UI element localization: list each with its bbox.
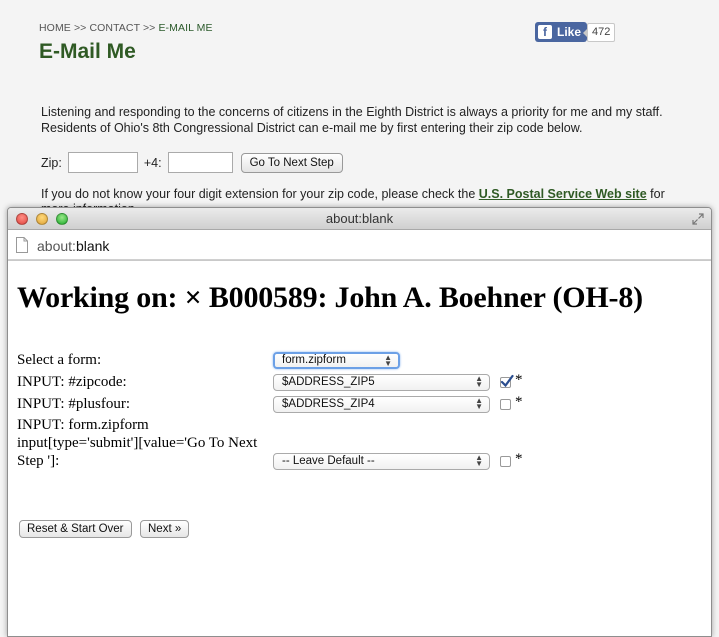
breadcrumb-contact-link[interactable]: CONTACT [89,22,139,34]
plusfour-input-label: INPUT: #plusfour: [17,396,130,412]
breadcrumb: HOME >> CONTACT >> E-MAIL ME [39,22,213,34]
select-arrows-icon: ▲ ▼ [384,353,392,368]
zipcode-input-label: INPUT: #zipcode: [17,374,127,390]
plus4-input[interactable] [167,152,233,173]
facebook-icon: f [538,25,552,39]
submit-required-checkbox[interactable] [500,456,511,467]
select-arrows-icon: ▲ ▼ [475,374,483,389]
zip-input[interactable] [67,152,138,173]
zipcode-mapping-value: $ADDRESS_ZIP5 [282,376,375,388]
plusfour-mapping-select[interactable]: $ADDRESS_ZIP4 ▲ ▼ [273,396,490,413]
window-titlebar[interactable]: about:blank [8,208,711,230]
facebook-like-label: Like [557,25,582,39]
required-star: * [515,451,523,467]
form-select-value: form.zipform [282,354,346,366]
select-arrows-icon: ▲ ▼ [475,453,483,468]
url-text[interactable]: about:blank [37,238,109,254]
usps-link[interactable]: U.S. Postal Service Web site [479,187,647,201]
next-button[interactable]: Next » [140,520,190,538]
breadcrumb-current: E-MAIL ME [158,22,213,34]
breadcrumb-separator: >> [142,22,156,34]
plusfour-required-checkbox[interactable] [500,399,511,410]
zipcode-required-checkbox[interactable] [500,374,514,388]
url-host: blank [75,238,110,254]
window-title: about:blank [325,211,394,226]
zipcode-mapping-select[interactable]: $ADDRESS_ZIP5 ▲ ▼ [273,374,490,391]
zip-label: Zip: [41,155,62,170]
extension-note-prefix: If you do not know your four digit exten… [41,187,479,201]
required-star: * [515,394,523,410]
select-form-label: Select a form: [17,352,102,368]
extension-note: If you do not know your four digit exten… [41,187,719,201]
address-bar[interactable]: about:blank [8,230,711,260]
form-select[interactable]: form.zipform ▲ ▼ [273,352,400,369]
window-content: Working on: × B000589: John A. Boehner (… [8,260,711,636]
breadcrumb-separator: >> [73,22,87,34]
select-arrows-icon: ▲ ▼ [475,396,483,411]
intro-text: Listening and responding to the concerns… [41,105,663,135]
breadcrumb-home-link[interactable]: HOME [39,22,71,34]
checkmark-icon [500,374,514,388]
go-to-next-step-button[interactable]: Go To Next Step [240,152,343,173]
reset-start-over-button[interactable]: Reset & Start Over [19,520,132,538]
required-star: * [515,372,523,388]
page-title: E-Mail Me [39,40,136,63]
plus4-label: +4: [143,155,162,170]
submit-input-label: INPUT: form.zipform input[type='submit']… [17,417,258,469]
zip-form: Zip: +4: Go To Next Step [41,152,343,173]
submit-mapping-select[interactable]: -- Leave Default -- ▲ ▼ [273,453,490,470]
plusfour-mapping-value: $ADDRESS_ZIP4 [282,398,375,410]
page-icon [16,237,28,253]
extension-note-suffix: for [646,187,665,201]
fullscreen-icon[interactable] [691,212,705,226]
facebook-like-button[interactable]: f Like [535,22,588,42]
url-scheme: about: [37,238,76,254]
working-on-heading: Working on: × B000589: John A. Boehner (… [17,281,643,314]
popup-window: about:blank about:blank Working on: × B0… [7,207,712,637]
submit-mapping-value: -- Leave Default -- [282,455,375,467]
facebook-like-count: 472 [582,23,616,42]
